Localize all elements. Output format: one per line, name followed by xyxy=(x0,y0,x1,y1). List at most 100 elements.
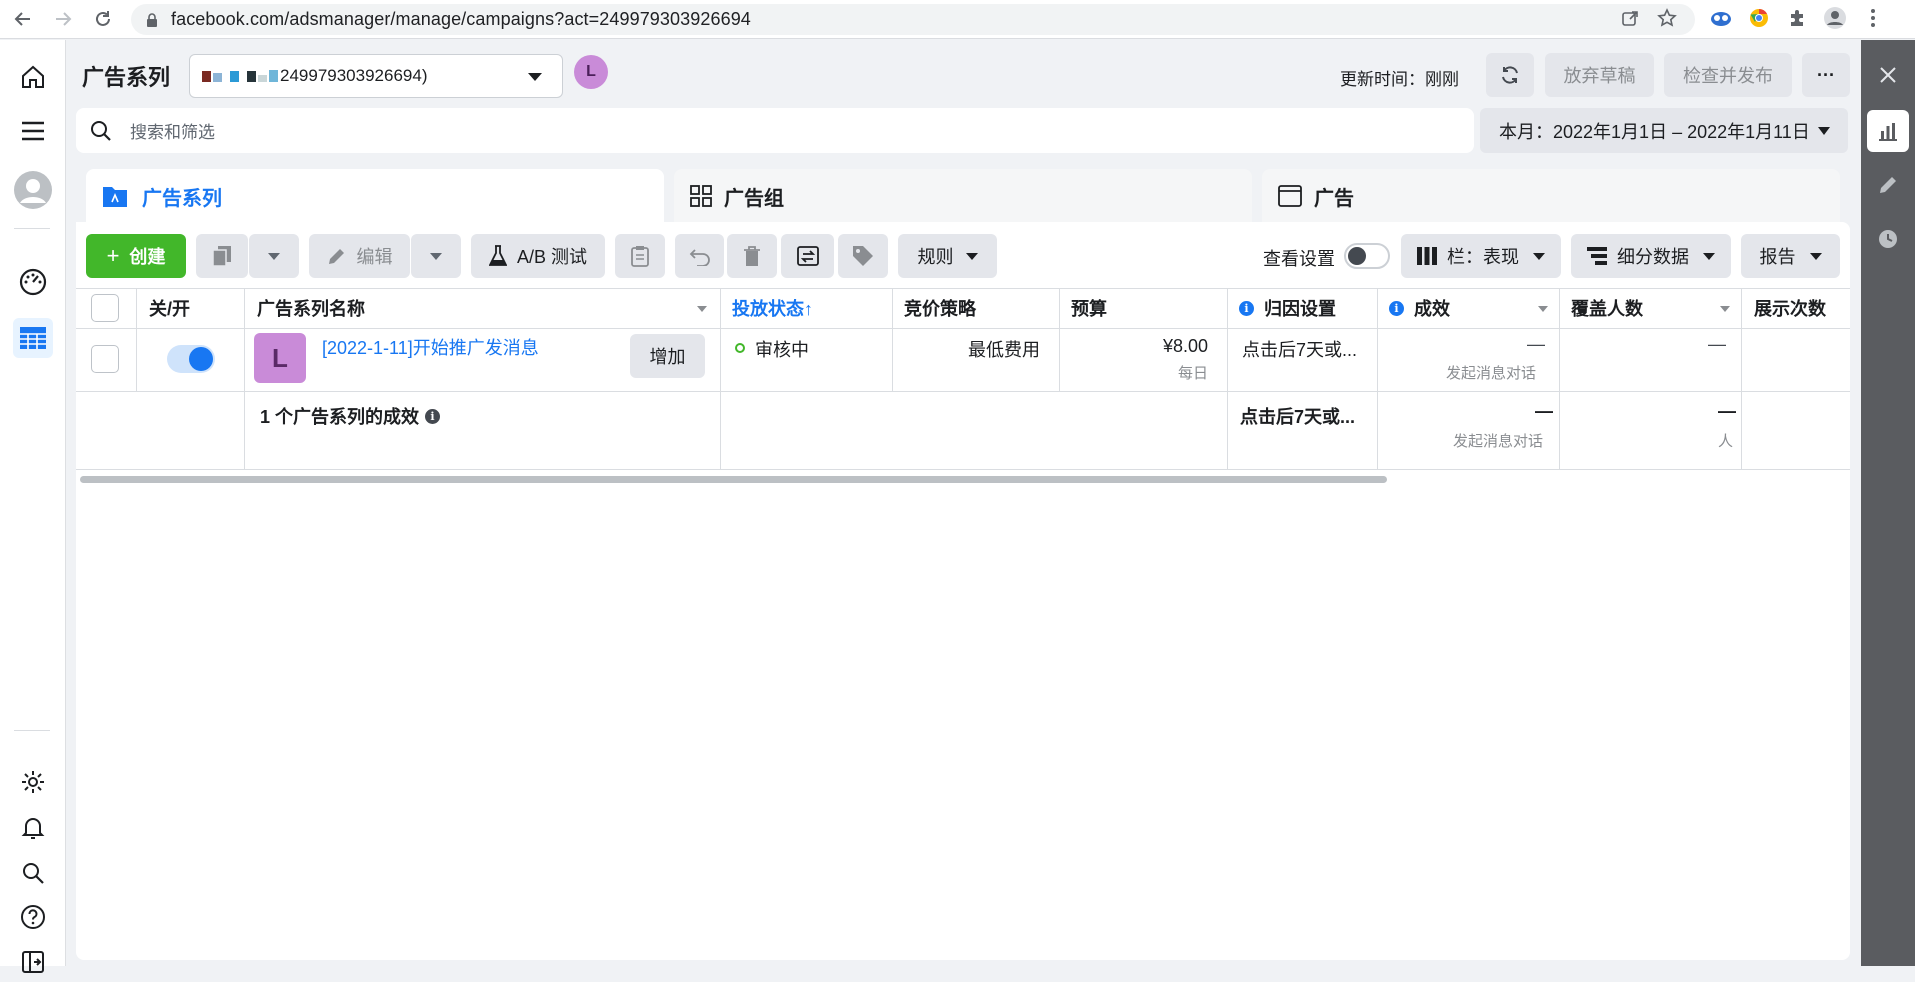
chevron-down-icon xyxy=(1533,252,1545,260)
tab-campaigns-label: 广告系列 xyxy=(142,187,222,210)
summary-attribution: 点击后7天或... xyxy=(1240,407,1356,427)
edit-pencil-icon[interactable] xyxy=(1867,164,1909,206)
campaign-name-link[interactable]: [2022-1-11]开始推广发消息 xyxy=(322,334,539,360)
search-filter-bar[interactable]: 搜索和筛选 xyxy=(76,108,1474,153)
undo-icon xyxy=(689,249,710,266)
column-header-results[interactable]: i 成效 xyxy=(1389,288,1450,328)
column-header-delivery[interactable]: 投放状态↑ xyxy=(732,288,813,328)
ab-test-button[interactable]: A/B 测试 xyxy=(471,234,605,278)
summary-results: — xyxy=(1535,401,1553,421)
table-summary-border xyxy=(76,469,1850,470)
share-icon[interactable] xyxy=(1621,9,1639,27)
account-id: 249979303926694) xyxy=(280,66,428,85)
ads-manager-table-icon[interactable] xyxy=(13,318,53,358)
view-settings-toggle[interactable] xyxy=(1344,243,1390,269)
duplicate-dropdown-button[interactable] xyxy=(249,234,299,278)
edit-button[interactable]: 编辑 xyxy=(309,234,410,278)
create-button[interactable]: + 创建 xyxy=(86,234,186,278)
column-header-budget[interactable]: 预算 xyxy=(1071,288,1107,328)
column-header-name[interactable]: 广告系列名称 xyxy=(257,288,365,328)
ab-test-label: A/B 测试 xyxy=(516,247,587,267)
profile-icon[interactable] xyxy=(1823,6,1847,30)
rules-button[interactable]: 规则 xyxy=(898,234,997,278)
search-placeholder: 搜索和筛选 xyxy=(130,123,215,142)
date-range-picker[interactable]: 本月：2022年1月1日 – 2022年1月11日 xyxy=(1480,108,1848,153)
tag-icon xyxy=(853,246,873,266)
date-range-text: 本月：2022年1月1日 – 2022年1月11日 xyxy=(1499,121,1810,142)
trash-icon xyxy=(744,246,760,266)
info-icon: i xyxy=(1239,300,1254,316)
help-icon[interactable] xyxy=(13,897,53,937)
view-settings-label: 查看设置 xyxy=(1263,249,1335,269)
user-avatar[interactable]: L xyxy=(574,55,608,89)
chevron-down-icon xyxy=(268,252,280,260)
ad-set-grid-icon xyxy=(690,185,712,207)
history-clock-icon[interactable] xyxy=(1867,218,1909,260)
chart-icon[interactable] xyxy=(1867,110,1909,152)
horizontal-scrollbar[interactable] xyxy=(80,476,1387,483)
tab-ads[interactable]: 广告 xyxy=(1262,169,1840,223)
add-button[interactable]: 增加 xyxy=(630,334,705,378)
close-icon[interactable] xyxy=(1867,54,1909,96)
star-icon[interactable] xyxy=(1657,8,1677,28)
refresh-button[interactable] xyxy=(1486,53,1534,97)
discard-drafts-button[interactable]: 放弃草稿 xyxy=(1545,53,1654,97)
chevron-down-icon xyxy=(1809,252,1822,260)
chevron-down-icon xyxy=(430,252,442,260)
more-options-button[interactable]: ··· xyxy=(1802,53,1850,97)
tab-campaigns[interactable]: 广告系列 xyxy=(86,169,664,223)
reload-icon[interactable] xyxy=(90,6,116,32)
home-icon[interactable] xyxy=(13,57,53,97)
chevron-down-icon xyxy=(965,252,978,260)
edit-dropdown-button[interactable] xyxy=(411,234,461,278)
info-icon[interactable]: i xyxy=(425,408,441,424)
back-icon[interactable] xyxy=(10,6,36,32)
clipboard-button[interactable] xyxy=(615,234,665,278)
breakdown-label: 细分数据 xyxy=(1617,247,1689,267)
export-button[interactable] xyxy=(781,234,834,278)
browser-menu-icon[interactable] xyxy=(1861,6,1885,30)
search-icon[interactable] xyxy=(13,853,53,893)
page-title: 广告系列 xyxy=(82,65,171,90)
select-all-checkbox[interactable] xyxy=(91,294,119,322)
account-avatar-icon[interactable] xyxy=(13,170,53,210)
column-header-toggle[interactable]: 关/开 xyxy=(149,288,190,328)
reports-button[interactable]: 报告 xyxy=(1741,234,1840,278)
column-header-impressions[interactable]: 展示次数 xyxy=(1754,288,1826,328)
status-dot-icon xyxy=(735,343,745,353)
delete-button[interactable] xyxy=(727,234,777,278)
breakdown-button[interactable]: 细分数据 xyxy=(1571,234,1731,278)
table-header-border xyxy=(76,328,1850,329)
undo-button[interactable] xyxy=(675,234,724,278)
campaign-table-panel xyxy=(76,222,1850,960)
extension-chrome-icon[interactable] xyxy=(1747,6,1771,30)
tab-ad-sets[interactable]: 广告组 xyxy=(674,169,1252,223)
column-header-reach[interactable]: 覆盖人数 xyxy=(1571,288,1643,328)
dashboard-icon[interactable] xyxy=(13,262,53,302)
collapse-panel-icon[interactable] xyxy=(13,942,53,982)
campaign-on-off-toggle[interactable] xyxy=(167,345,215,373)
menu-icon[interactable] xyxy=(13,111,53,151)
column-header-bid-strategy[interactable]: 竞价策略 xyxy=(904,288,976,328)
tag-button[interactable] xyxy=(838,234,888,278)
account-selector[interactable]: 249979303926694) xyxy=(189,54,563,98)
forward-icon[interactable] xyxy=(50,6,76,32)
campaign-avatar: L xyxy=(254,333,306,383)
extension-owl-icon[interactable] xyxy=(1709,6,1733,30)
chevron-down-icon xyxy=(1818,127,1830,135)
budget-period: 每日 xyxy=(1178,365,1209,382)
columns-label: 栏：表现 xyxy=(1447,247,1519,267)
update-time-label: 更新时间：刚刚 xyxy=(1340,70,1459,89)
chevron-down-icon xyxy=(528,73,542,81)
duplicate-button[interactable] xyxy=(196,234,248,278)
columns-button[interactable]: 栏：表现 xyxy=(1401,234,1561,278)
notifications-bell-icon[interactable] xyxy=(13,808,53,848)
settings-gear-icon[interactable] xyxy=(13,762,53,802)
address-bar[interactable]: facebook.com/adsmanager/manage/campaigns… xyxy=(131,4,1695,35)
extensions-puzzle-icon[interactable] xyxy=(1785,6,1809,30)
row-select-checkbox[interactable] xyxy=(91,345,119,373)
review-publish-button[interactable]: 检查并发布 xyxy=(1664,53,1792,97)
bid-strategy-value: 最低费用 xyxy=(968,340,1040,360)
column-header-attribution[interactable]: i 归因设置 xyxy=(1239,288,1336,328)
summary-label: 1 个广告系列的成效 i xyxy=(260,403,441,429)
